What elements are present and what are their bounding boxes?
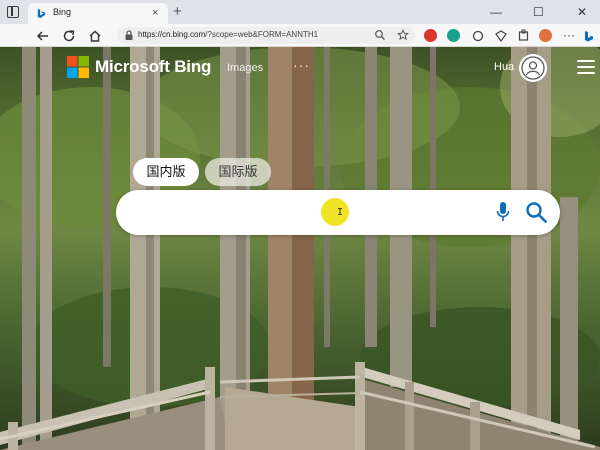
user-name[interactable]: Hua: [494, 61, 514, 73]
extension-sync-icon[interactable]: [470, 28, 486, 44]
microphone-icon[interactable]: [495, 200, 511, 224]
collections-icon[interactable]: [493, 28, 509, 44]
profile-icon[interactable]: [539, 29, 552, 42]
text-cursor-icon: I: [337, 207, 344, 218]
avatar[interactable]: [519, 54, 547, 82]
extensions-puzzle-icon[interactable]: [516, 28, 532, 44]
tab-close-button[interactable]: ×: [152, 6, 158, 20]
lock-icon[interactable]: [124, 30, 134, 41]
tab-strip: Bing × + — ☐ ✕: [0, 0, 600, 24]
bing-favicon: [37, 8, 46, 19]
nav-more-menu[interactable]: ···: [293, 57, 310, 73]
scope-international-button[interactable]: 国际版: [205, 158, 271, 186]
zoom-icon[interactable]: [374, 29, 386, 41]
home-icon[interactable]: [87, 28, 103, 44]
nav-images-link[interactable]: Images: [227, 62, 263, 74]
url-text: https://cn.bing.com/?scope=web&FORM=ANNT…: [138, 30, 318, 39]
user-avatar-icon: [521, 56, 545, 80]
new-tab-button[interactable]: +: [173, 3, 182, 21]
bing-homepage: Microsoft Bing Images ··· Hua 国内版 国际版 I: [0, 47, 600, 450]
sidebar-toggle-icon[interactable]: [7, 6, 19, 18]
search-input[interactable]: I: [116, 190, 560, 235]
tab-bing[interactable]: Bing ×: [28, 3, 168, 24]
url-host: https://cn.bing.com: [138, 30, 206, 39]
tab-title: Bing: [53, 7, 72, 17]
favorite-icon[interactable]: [397, 29, 409, 41]
url-path: /?scope=web&FORM=ANNTH1: [205, 30, 319, 39]
background-photo: [0, 47, 600, 450]
minimize-button[interactable]: —: [490, 4, 502, 20]
microsoft-logo-icon: [67, 56, 89, 78]
close-window-button[interactable]: ✕: [577, 4, 587, 20]
refresh-icon[interactable]: [61, 28, 77, 44]
address-bar[interactable]: https://cn.bing.com/?scope=web&FORM=ANNT…: [117, 27, 415, 44]
search-icon[interactable]: [524, 200, 548, 224]
address-toolbar: https://cn.bing.com/?scope=web&FORM=ANNT…: [0, 24, 600, 47]
settings-more-icon[interactable]: ···: [563, 28, 575, 42]
extension-opera-icon[interactable]: [424, 29, 437, 42]
back-icon[interactable]: [35, 28, 51, 44]
extension-chatgpt-icon[interactable]: [447, 29, 460, 42]
scope-domestic-button[interactable]: 国内版: [133, 158, 199, 186]
bing-chat-icon[interactable]: [581, 28, 597, 44]
brand-name: Microsoft Bing: [95, 57, 212, 76]
hamburger-menu-icon[interactable]: [577, 60, 595, 74]
maximize-button[interactable]: ☐: [533, 4, 544, 20]
mouse-cursor-highlight: [321, 198, 349, 226]
